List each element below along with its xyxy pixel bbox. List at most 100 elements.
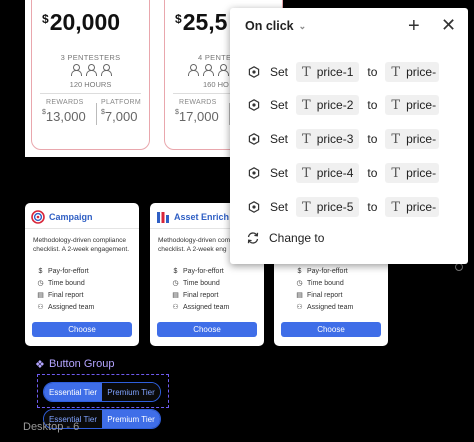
add-icon[interactable]: + bbox=[408, 16, 420, 36]
text-icon: T bbox=[302, 131, 311, 147]
person-icon bbox=[70, 64, 82, 76]
feature-list: $ Pay-for-effort ◷ Time bound ▤ Final repor… bbox=[296, 265, 353, 313]
to-label: to bbox=[367, 166, 378, 180]
team-icon: ⚇ bbox=[296, 304, 303, 311]
feature-card-campaign[interactable]: Campaign Methodology-driven compliance c… bbox=[25, 203, 139, 346]
person-icon bbox=[100, 64, 112, 76]
component-icon bbox=[35, 358, 45, 371]
swap-icon bbox=[247, 232, 259, 244]
people-icons bbox=[32, 64, 149, 76]
target-chip[interactable]: Tprice-1 bbox=[296, 62, 360, 82]
trigger-dropdown[interactable]: On click ⌄ bbox=[245, 19, 306, 33]
divider bbox=[40, 93, 141, 94]
rewards-value: $13,000 bbox=[42, 109, 86, 124]
component-label[interactable]: Button Group bbox=[35, 358, 114, 371]
hours-count: 120 HOURS bbox=[69, 80, 112, 89]
clock-icon: ◷ bbox=[296, 280, 303, 287]
tier-button-premium[interactable]: Premium Tier bbox=[102, 383, 160, 401]
bars-icon bbox=[157, 212, 169, 223]
feature-list: $ Pay-for-effort ◷ Time bound ▤ Final repor… bbox=[37, 265, 94, 313]
action-verb: Set bbox=[270, 200, 289, 214]
list-item: ⚇ Assigned team bbox=[37, 303, 95, 312]
value-chip[interactable]: Tprice- bbox=[385, 129, 440, 149]
change-to-label: Change to bbox=[269, 231, 325, 245]
interaction-panel: On click ⌄ + ✕ Set Tprice-1 to Tprice- S… bbox=[230, 8, 468, 264]
action-row[interactable]: Set Tprice-4 to Tprice- bbox=[248, 163, 468, 183]
card-header: Asset Enrich bbox=[156, 210, 229, 224]
platform-label: PLATFORM bbox=[101, 99, 141, 106]
action-verb: Set bbox=[270, 132, 289, 146]
target-icon bbox=[31, 210, 45, 224]
person-icon bbox=[217, 64, 229, 76]
list-item: ▤ Final report bbox=[37, 291, 84, 300]
card-title: Campaign bbox=[49, 212, 93, 222]
clock-icon: ◷ bbox=[172, 280, 179, 287]
target-chip[interactable]: Tprice-3 bbox=[296, 129, 360, 149]
dollar-icon: $ bbox=[173, 267, 178, 275]
to-label: to bbox=[367, 65, 378, 79]
chevron-down-icon: ⌄ bbox=[298, 20, 307, 31]
list-item: $ Pay-for-effort bbox=[173, 267, 224, 275]
list-item: ◷ Time bound bbox=[296, 279, 344, 288]
value-chip[interactable]: Tprice- bbox=[385, 62, 440, 82]
change-to-row[interactable]: Change to bbox=[246, 231, 324, 245]
rewards-label: REWARDS bbox=[179, 99, 217, 106]
list-item: ◷ Time bound bbox=[172, 279, 220, 288]
list-item: ▤ Final report bbox=[296, 291, 343, 300]
action-row[interactable]: Set Tprice-5 to Tprice- bbox=[248, 197, 468, 217]
target-chip[interactable]: Tprice-4 bbox=[296, 163, 360, 183]
card-description: Methodology-driven compliance checklist.… bbox=[33, 237, 130, 253]
team-icon: ⚇ bbox=[172, 304, 179, 311]
choose-button[interactable]: Choose bbox=[157, 322, 257, 337]
text-icon: T bbox=[302, 64, 311, 80]
to-label: to bbox=[367, 132, 378, 146]
to-label: to bbox=[367, 98, 378, 112]
value-chip[interactable]: Tprice- bbox=[385, 197, 440, 217]
action-row[interactable]: Set Tprice-3 to Tprice- bbox=[248, 129, 468, 149]
choose-button[interactable]: Choose bbox=[32, 322, 132, 337]
action-row[interactable]: Set Tprice-2 to Tprice- bbox=[248, 95, 468, 115]
text-icon: T bbox=[391, 165, 401, 181]
person-icon bbox=[202, 64, 214, 76]
variable-icon bbox=[248, 167, 260, 179]
list-item: ◷ Time bound bbox=[37, 279, 85, 288]
target-chip[interactable]: Tprice-2 bbox=[296, 95, 360, 115]
text-icon: T bbox=[302, 97, 311, 113]
team-icon: ⚇ bbox=[37, 304, 44, 311]
rewards-label: REWARDS bbox=[46, 99, 84, 106]
list-item: ▤ Final report bbox=[172, 291, 219, 300]
action-row[interactable]: Set Tprice-1 to Tprice- bbox=[248, 62, 468, 82]
card-title: Asset Enrich bbox=[174, 212, 230, 222]
list-item: ⚇ Assigned team bbox=[172, 303, 230, 312]
value-chip[interactable]: Tprice- bbox=[385, 95, 440, 115]
document-icon: ▤ bbox=[37, 292, 44, 299]
document-icon: ▤ bbox=[172, 292, 179, 299]
dollar-icon: $ bbox=[297, 267, 302, 275]
text-icon: T bbox=[391, 97, 401, 113]
price-amount: $25,5 bbox=[175, 9, 228, 35]
tier-button-essential[interactable]: Essential Tier bbox=[44, 383, 102, 401]
pentesters-count: 3 PENTESTERS bbox=[60, 53, 121, 62]
handle-icon[interactable] bbox=[455, 263, 463, 271]
target-chip[interactable]: Tprice-5 bbox=[296, 197, 360, 217]
action-verb: Set bbox=[270, 166, 289, 180]
close-icon[interactable]: ✕ bbox=[441, 15, 456, 35]
text-icon: T bbox=[391, 199, 401, 215]
text-icon: T bbox=[302, 199, 311, 215]
pricing-card[interactable]: $20,000 3 PENTESTERS 120 HOURS REWARDS $… bbox=[31, 0, 150, 150]
action-verb: Set bbox=[270, 98, 289, 112]
dollar-icon: $ bbox=[38, 267, 43, 275]
list-item: ⚇ Assigned team bbox=[296, 303, 354, 312]
button-group[interactable]: Essential Tier Premium Tier bbox=[43, 382, 161, 402]
choose-button[interactable]: Choose bbox=[281, 322, 381, 337]
frame-label[interactable]: Desktop - 6 bbox=[23, 421, 79, 433]
platform-value: $7,000 bbox=[101, 109, 138, 124]
feature-list: $ Pay-for-effort ◷ Time bound ▤ Final repor… bbox=[172, 265, 229, 313]
variable-icon bbox=[248, 133, 260, 145]
variable-icon bbox=[248, 66, 260, 78]
card-header: Campaign bbox=[31, 210, 93, 224]
value-chip[interactable]: Tprice- bbox=[385, 163, 440, 183]
tier-button-premium[interactable]: Premium Tier bbox=[102, 410, 160, 428]
to-label: to bbox=[367, 200, 378, 214]
text-icon: T bbox=[391, 64, 401, 80]
